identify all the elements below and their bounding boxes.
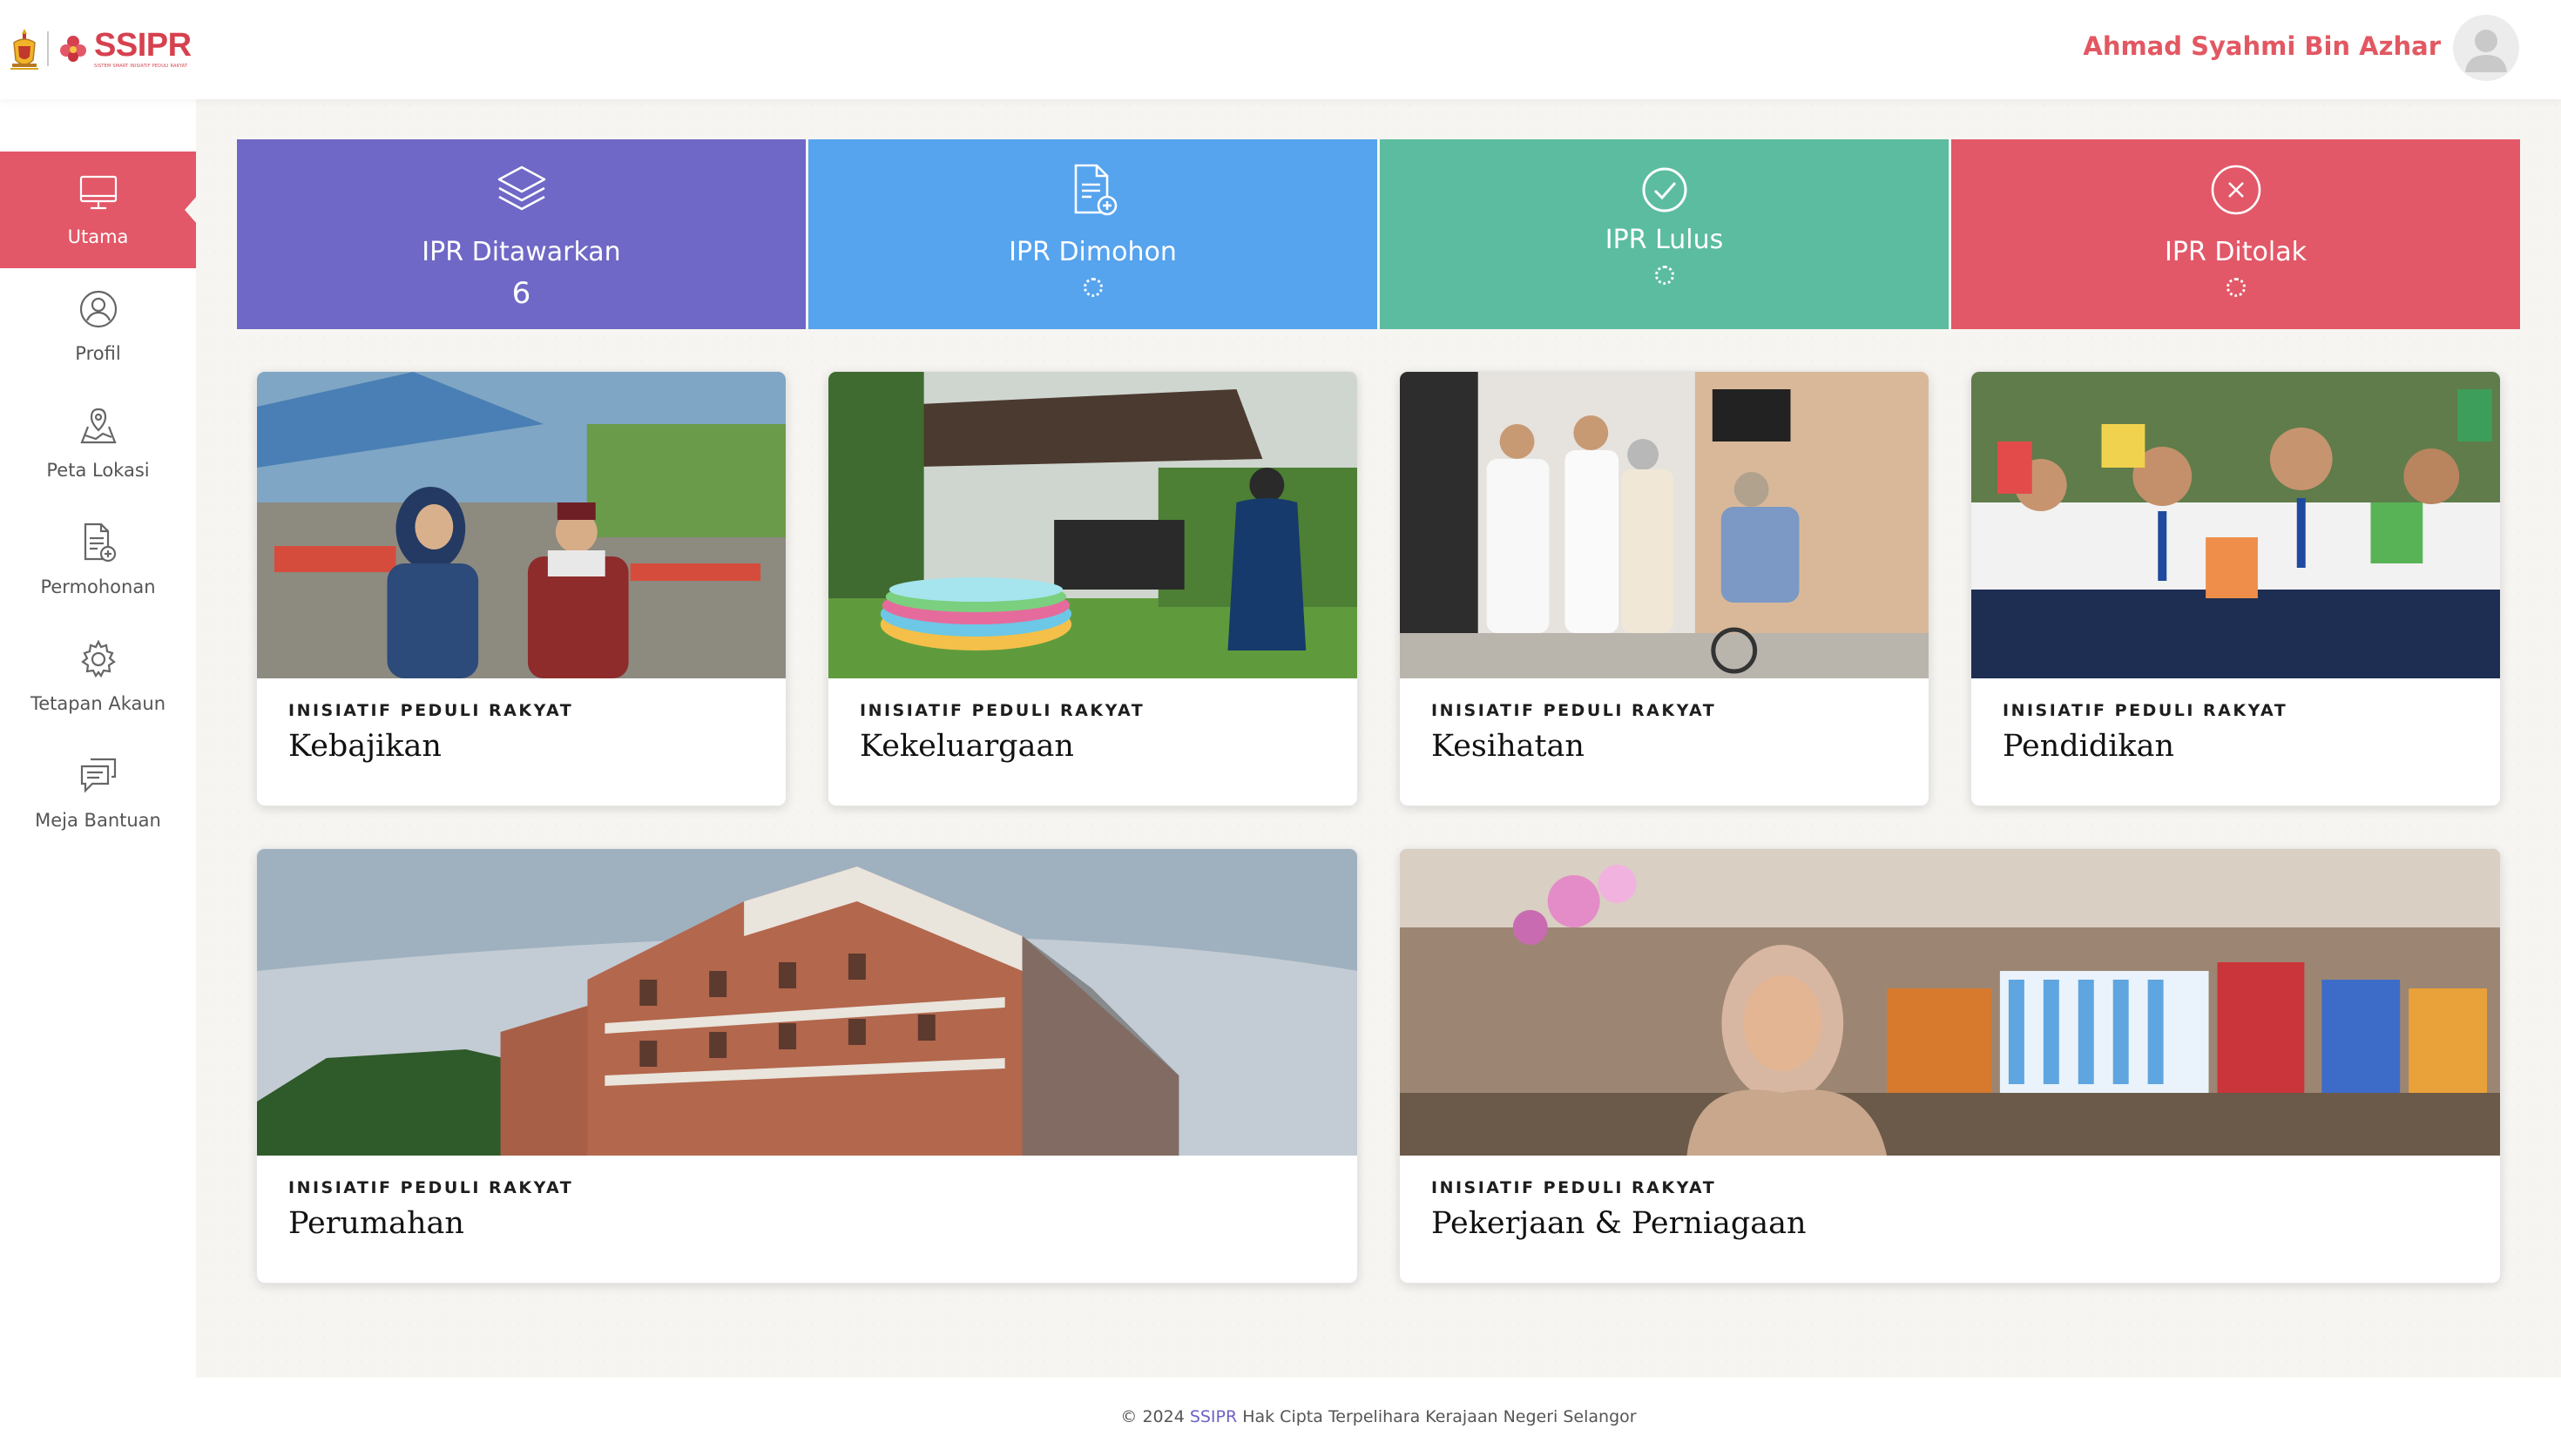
family-garden-photo <box>828 372 1357 678</box>
card-kicker: INISIATIF PEDULI RAKYAT <box>1431 1178 1717 1197</box>
user-name[interactable]: Ahmad Syahmi Bin Azhar <box>2083 31 2441 61</box>
stat-ipr-lulus[interactable]: IPR Lulus <box>1380 139 1949 329</box>
card-pendidikan[interactable]: INISIATIF PEDULI RAKYAT Pendidikan <box>1970 371 2501 806</box>
document-add-icon <box>1074 164 1117 216</box>
ssipr-flower-icon <box>60 36 86 62</box>
logo-title: SSIPR <box>94 27 192 64</box>
stat-value: 6 <box>511 276 531 311</box>
stat-label: IPR Dimohon <box>1009 237 1177 267</box>
page-footer: © 2024 SSIPR Hak Cipta Terpelihara Keraj… <box>196 1378 2561 1456</box>
card-title: Kebajikan <box>288 729 442 764</box>
card-kicker: INISIATIF PEDULI RAKYAT <box>2003 701 2288 720</box>
x-circle-icon <box>2211 165 2260 215</box>
monitor-icon <box>79 175 117 210</box>
card-kicker: INISIATIF PEDULI RAKYAT <box>1431 701 1717 720</box>
sidebar-item-profil[interactable]: Profil <box>0 268 196 385</box>
stat-label: IPR Lulus <box>1605 225 1724 255</box>
sidebar-item-peta-lokasi[interactable]: Peta Lokasi <box>0 385 196 502</box>
map-pin-icon <box>79 408 117 444</box>
sidebar-item-utama[interactable]: Utama <box>0 152 197 268</box>
sidebar-item-label: Profil <box>75 343 121 364</box>
card-image <box>257 849 1357 1156</box>
layers-icon <box>497 165 545 211</box>
card-image <box>1400 372 1929 678</box>
avatar[interactable] <box>2453 15 2519 81</box>
card-title: Perumahan <box>288 1206 464 1241</box>
card-title: Kekeluargaan <box>860 729 1074 764</box>
footer-brand-link[interactable]: SSIPR <box>1190 1407 1237 1426</box>
sidebar-item-tetapan-akaun[interactable]: Tetapan Akaun <box>0 618 196 735</box>
sidebar-item-label: Meja Bantuan <box>35 810 161 831</box>
card-title: Pekerjaan & Perniagaan <box>1431 1206 1807 1241</box>
top-header: SSIPR SISTEM SMART INISIATIF PEDULI RAKY… <box>0 0 2561 99</box>
elderly-couple-photo <box>257 372 786 678</box>
loading-spinner-icon <box>1654 266 1674 285</box>
footer-copyright: © 2024 <box>1120 1407 1185 1426</box>
sidebar-item-label: Utama <box>67 226 129 247</box>
sidebar-item-meja-bantuan[interactable]: Meja Bantuan <box>0 735 196 852</box>
check-circle-icon <box>1642 167 1686 212</box>
card-image <box>828 372 1357 678</box>
logo-wordmark: SSIPR SISTEM SMART INISIATIF PEDULI RAKY… <box>94 29 192 69</box>
sidebar-nav: Utama Profil Peta Lokasi Permohonan Teta… <box>0 99 197 1456</box>
loading-spinner-icon <box>1083 278 1103 297</box>
apartment-building-photo <box>257 849 1357 1156</box>
card-kebajikan[interactable]: INISIATIF PEDULI RAKYAT Kebajikan <box>256 371 787 806</box>
logo-subtitle: SISTEM SMART INISIATIF PEDULI RAKYAT <box>94 64 188 69</box>
sidebar-item-label: Peta Lokasi <box>46 460 150 481</box>
stat-ipr-ditawarkan[interactable]: IPR Ditawarkan 6 <box>237 139 806 329</box>
card-image <box>1971 372 2500 678</box>
card-image <box>257 372 786 678</box>
card-title: Kesihatan <box>1431 729 1585 764</box>
hospital-photo <box>1400 372 1929 678</box>
shop-owner-photo <box>1400 849 2500 1156</box>
main-content: IPR Ditawarkan 6 IPR Dimohon IPR Lulus I… <box>196 99 2561 1378</box>
stat-label: IPR Ditawarkan <box>422 237 621 267</box>
loading-spinner-icon <box>2226 278 2246 297</box>
card-kekeluargaan[interactable]: INISIATIF PEDULI RAKYAT Kekeluargaan <box>828 371 1358 806</box>
sidebar-item-label: Tetapan Akaun <box>30 693 166 714</box>
card-image <box>1400 849 2500 1156</box>
user-circle-icon <box>79 290 117 328</box>
sidebar-item-permohonan[interactable]: Permohonan <box>0 502 196 618</box>
card-title: Pendidikan <box>2003 729 2175 764</box>
gear-icon <box>80 639 116 678</box>
sidebar-item-label: Permohonan <box>40 576 156 597</box>
stat-ipr-dimohon[interactable]: IPR Dimohon <box>808 139 1377 329</box>
card-pekerjaan-perniagaan[interactable]: INISIATIF PEDULI RAKYAT Pekerjaan & Pern… <box>1399 848 2501 1284</box>
app-logo[interactable]: SSIPR SISTEM SMART INISIATIF PEDULI RAKY… <box>9 24 192 73</box>
card-perumahan[interactable]: INISIATIF PEDULI RAKYAT Perumahan <box>256 848 1358 1284</box>
card-kicker: INISIATIF PEDULI RAKYAT <box>288 701 574 720</box>
chat-icon <box>80 758 116 793</box>
card-kesihatan[interactable]: INISIATIF PEDULI RAKYAT Kesihatan <box>1399 371 1929 806</box>
stat-ipr-ditolak[interactable]: IPR Ditolak <box>1951 139 2520 329</box>
card-kicker: INISIATIF PEDULI RAKYAT <box>860 701 1145 720</box>
user-avatar-icon <box>2465 30 2507 72</box>
stat-label: IPR Ditolak <box>2165 237 2307 267</box>
card-kicker: INISIATIF PEDULI RAKYAT <box>288 1178 574 1197</box>
students-photo <box>1971 372 2500 678</box>
selangor-crest-icon <box>10 29 38 70</box>
footer-rights: Hak Cipta Terpelihara Kerajaan Negeri Se… <box>1242 1407 1637 1426</box>
document-add-icon <box>84 522 116 563</box>
logo-divider <box>47 31 49 66</box>
